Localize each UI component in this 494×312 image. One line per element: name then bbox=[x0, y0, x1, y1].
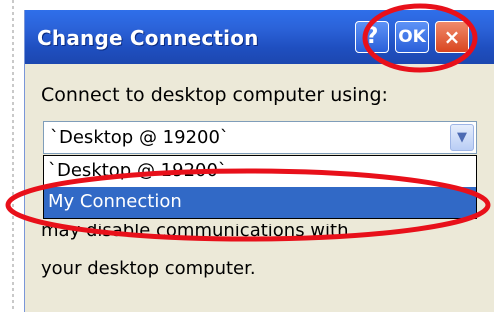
help-button[interactable]: ? bbox=[355, 21, 389, 53]
left-dotted-border bbox=[12, 0, 14, 312]
description-text: may disable communications with your des… bbox=[41, 224, 481, 284]
dropdown-option-desktop[interactable]: `Desktop @ 19200` bbox=[44, 156, 476, 187]
description-line-1: may disable communications with bbox=[41, 224, 349, 241]
ok-button[interactable]: OK bbox=[395, 21, 429, 53]
connection-combobox[interactable]: `Desktop @ 19200` ▼ bbox=[43, 121, 477, 154]
combobox-value: `Desktop @ 19200` bbox=[50, 127, 229, 148]
dropdown-option-my-connection[interactable]: My Connection bbox=[44, 187, 476, 218]
chevron-down-icon[interactable]: ▼ bbox=[450, 124, 474, 151]
connect-using-label: Connect to desktop computer using: bbox=[41, 84, 388, 106]
dialog-title: Change Connection bbox=[37, 26, 259, 50]
title-bar: Change Connection ? OK × bbox=[25, 10, 494, 64]
connection-dropdown-list: `Desktop @ 19200` My Connection bbox=[43, 155, 477, 219]
change-connection-dialog: Change Connection ? OK × Connect to desk… bbox=[24, 10, 494, 312]
description-line-2: your desktop computer. bbox=[41, 258, 256, 279]
close-button[interactable]: × bbox=[435, 21, 469, 53]
